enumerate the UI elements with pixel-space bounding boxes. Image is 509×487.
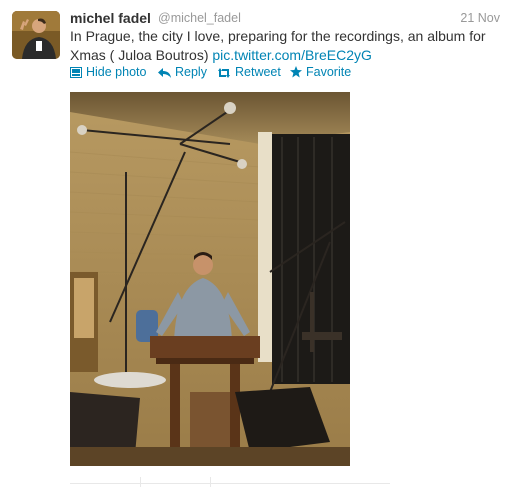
star-icon xyxy=(290,66,302,78)
reply-button[interactable]: Reply xyxy=(158,65,207,79)
reply-label: Reply xyxy=(175,65,207,79)
tweet-text-line1: In Prague, the city I love, preparing fo… xyxy=(70,28,486,44)
favorite-label: Favorite xyxy=(306,65,352,79)
tweet-text: In Prague, the city I love, preparing fo… xyxy=(70,27,502,64)
hide-photo-label: Hide photo xyxy=(86,65,147,79)
tweet-footer-divider xyxy=(70,483,390,484)
tweet: michel fadel @michel_fadel 21 Nov In Pra… xyxy=(0,0,509,487)
user-handle[interactable]: @michel_fadel xyxy=(158,11,241,25)
footer-divider-tick xyxy=(210,477,211,487)
retweet-button[interactable]: Retweet xyxy=(217,65,281,79)
tweet-timestamp[interactable]: 21 Nov xyxy=(460,11,500,25)
user-fullname[interactable]: michel fadel xyxy=(70,10,151,26)
tweet-text-line2: Xmas ( Juloa Boutros) xyxy=(70,46,209,63)
tweet-photo[interactable] xyxy=(70,92,350,466)
retweet-icon xyxy=(218,68,230,78)
avatar[interactable] xyxy=(12,11,60,59)
tweet-header: michel fadel @michel_fadel 21 Nov xyxy=(70,9,509,27)
photo-icon xyxy=(70,67,82,78)
recording-studio-photo xyxy=(70,92,350,466)
footer-divider-tick xyxy=(140,477,141,487)
avatar-image xyxy=(12,11,60,59)
photo-link[interactable]: pic.twitter.com/BreEC2yG xyxy=(212,47,372,63)
hide-photo-button[interactable]: Hide photo xyxy=(70,65,146,79)
reply-arrow-icon xyxy=(158,68,171,78)
favorite-button[interactable]: Favorite xyxy=(290,65,351,79)
retweet-label: Retweet xyxy=(235,65,281,79)
